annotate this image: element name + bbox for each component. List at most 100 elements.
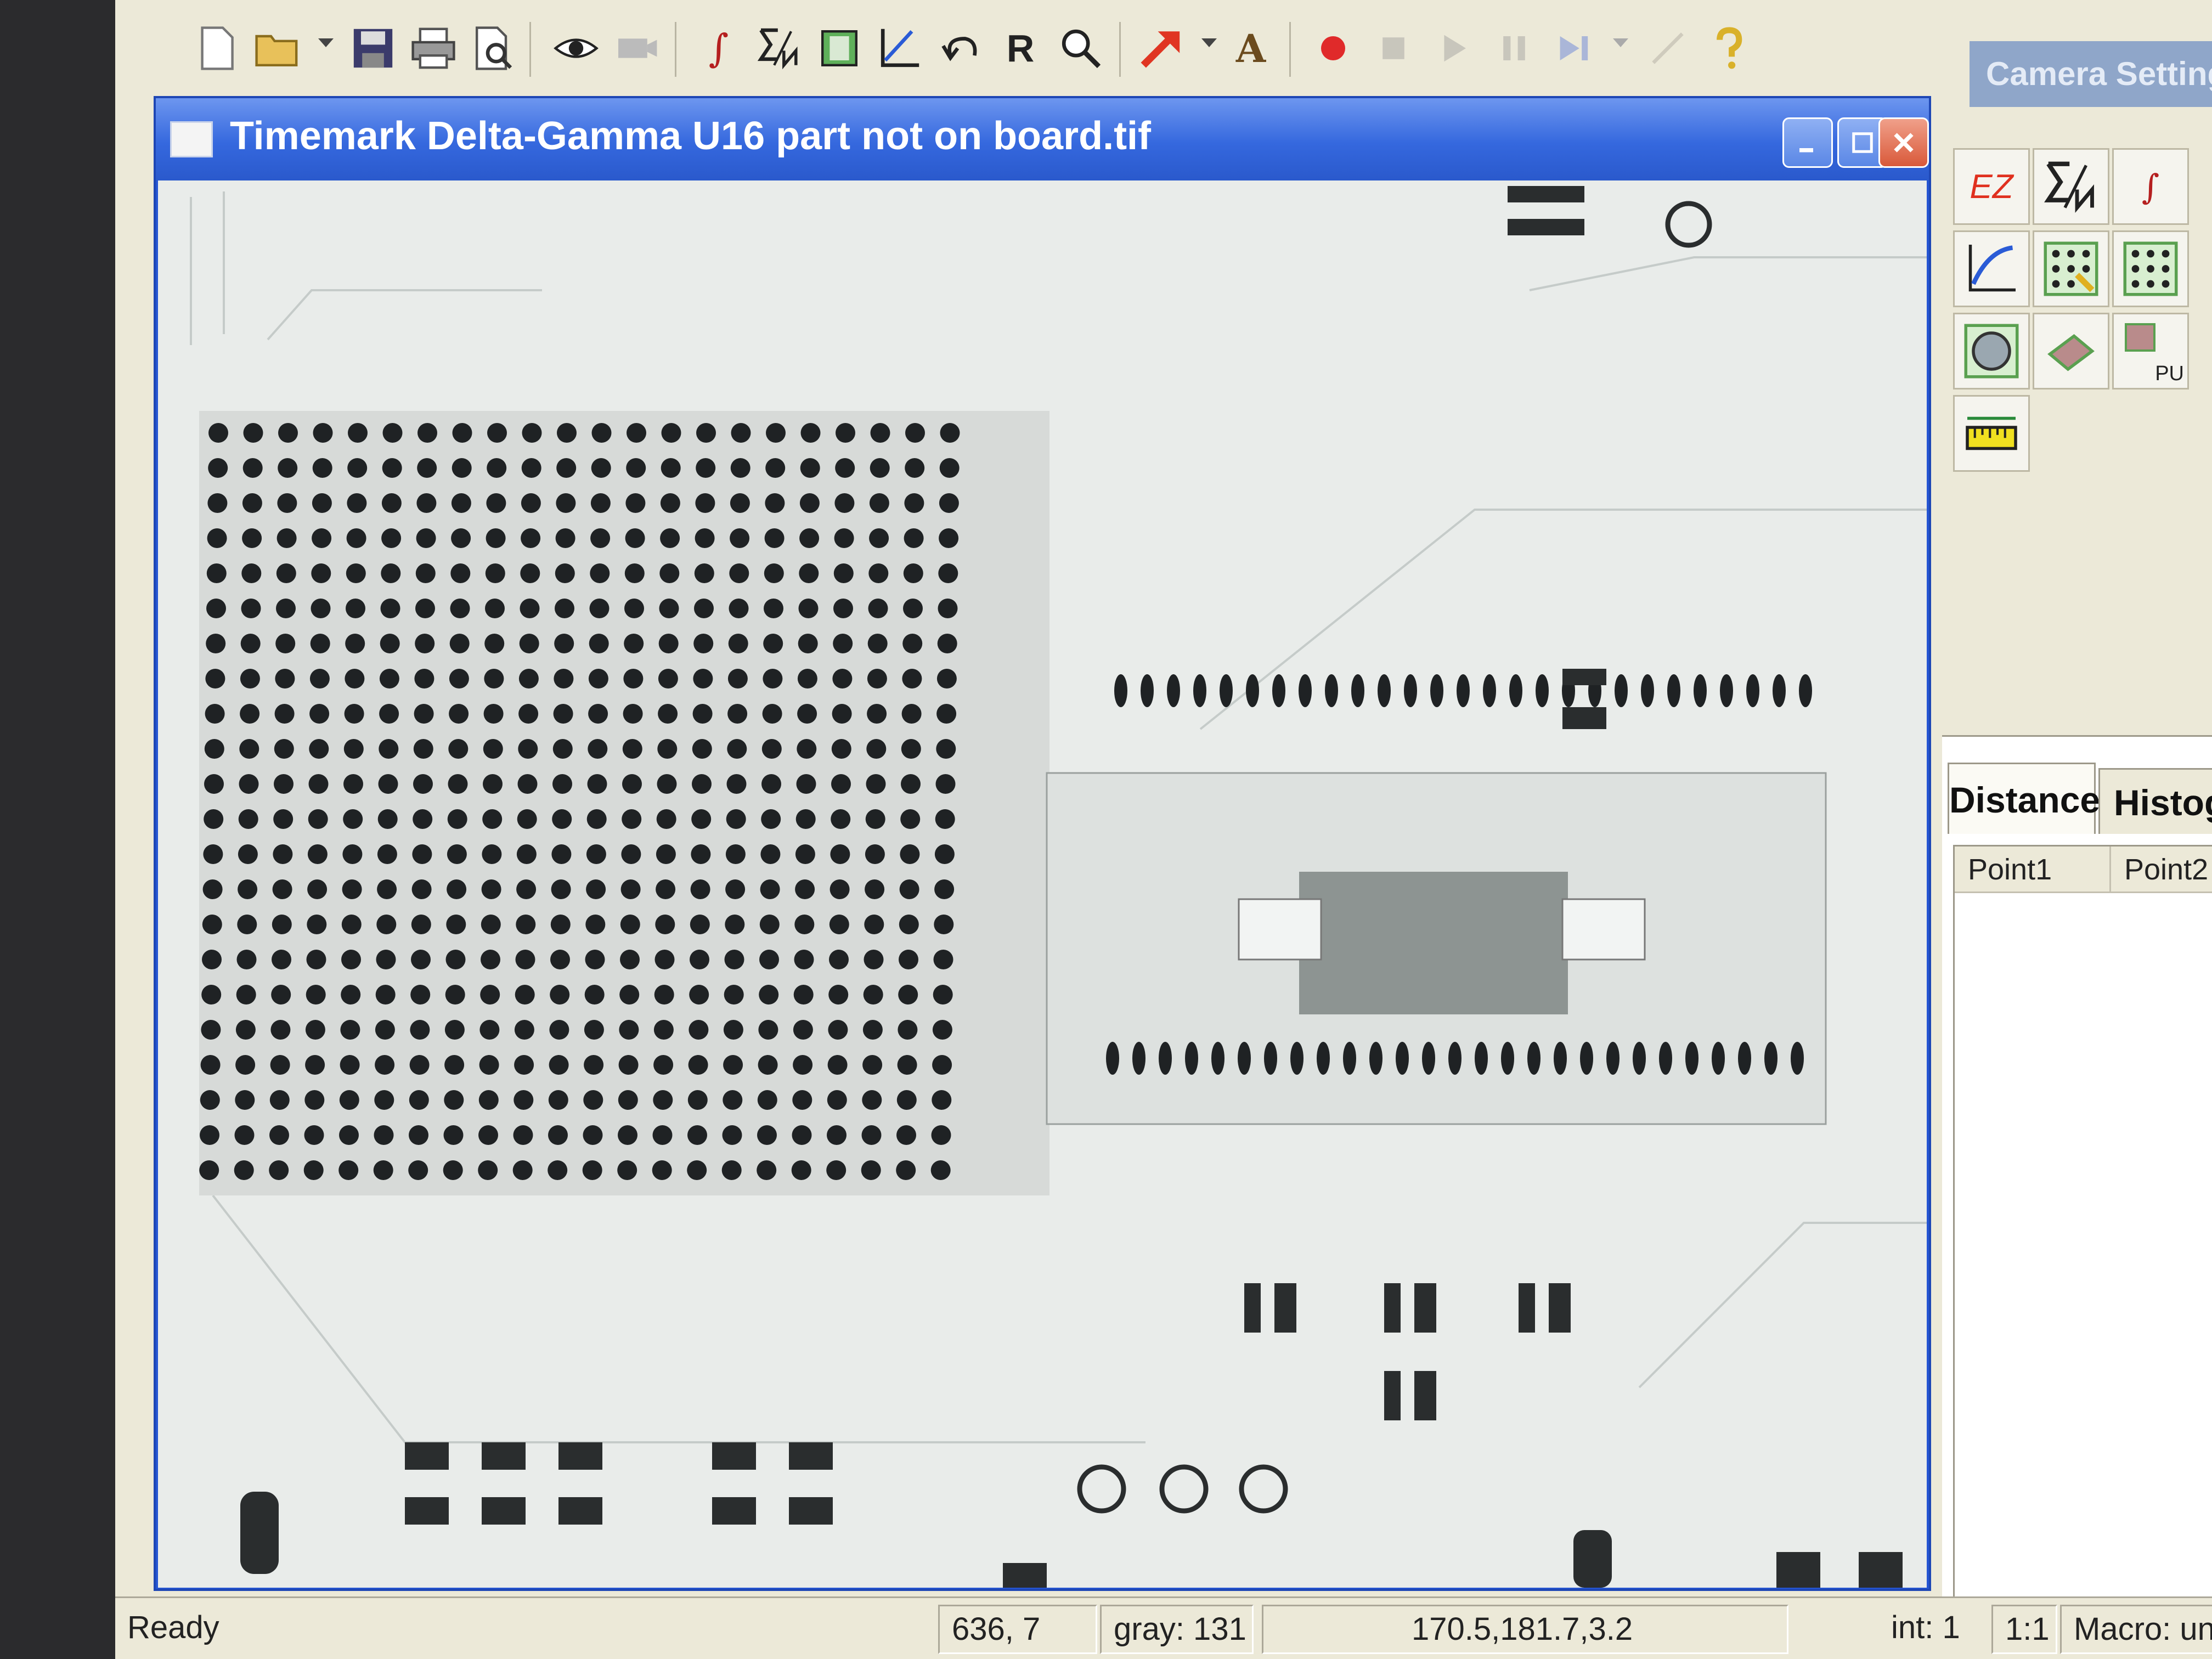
pause-icon [1487, 21, 1542, 76]
bga-ball [828, 985, 849, 1005]
bga-ball [479, 1020, 500, 1040]
window-titlebar[interactable]: Timemark Delta-Gamma U16 part not on boa… [156, 98, 1929, 180]
bga-ball [589, 599, 610, 618]
bga-ball [791, 1160, 811, 1180]
bga-ball [797, 704, 817, 724]
bga-ball [795, 844, 815, 864]
bga-ball [866, 739, 887, 759]
bga-ball [827, 1125, 847, 1145]
arrow-dropdown-icon[interactable] [1201, 38, 1217, 47]
column-header-point1[interactable]: Point1 [1955, 847, 2111, 893]
qfp-pin [1746, 674, 1759, 707]
bga-ball [870, 423, 890, 443]
text-icon[interactable]: A [1223, 21, 1278, 76]
open-folder-icon[interactable] [250, 21, 304, 76]
pu-tool-button[interactable]: PU [2112, 313, 2189, 390]
bga-ball [556, 493, 576, 513]
bga-ball [557, 423, 577, 443]
bga-ball [932, 1090, 952, 1110]
bga-ball [274, 739, 294, 759]
bga-ball [794, 950, 814, 969]
qfp-pin [1720, 674, 1733, 707]
grid-select-tool-icon[interactable] [2033, 230, 2109, 307]
bga-ball [269, 1090, 290, 1110]
bga-ball [794, 915, 815, 934]
qfp-pin [1132, 1042, 1146, 1075]
qfp-pin [1193, 674, 1206, 707]
bga-ball [514, 1090, 534, 1110]
bga-ball [548, 1125, 568, 1145]
circle-tool-icon[interactable] [1953, 313, 2030, 390]
bga-ball [374, 1090, 394, 1110]
bga-ball [691, 809, 712, 829]
camera-settings-button[interactable]: Camera Settings [1970, 41, 2212, 107]
bga-ball [415, 563, 436, 583]
bga-ball [381, 493, 402, 513]
bga-ball [727, 739, 747, 759]
ez-tool-button[interactable]: EZ [1953, 148, 2030, 225]
bga-ball [275, 669, 295, 689]
bga-ball [448, 774, 468, 794]
bga-ball [409, 1055, 430, 1075]
print-preview-icon[interactable] [466, 21, 521, 76]
bga-ball [409, 1090, 429, 1110]
bga-ball [341, 915, 362, 934]
column-header-point2[interactable]: Point2 [2111, 847, 2212, 893]
curve-icon[interactable] [872, 21, 927, 76]
record-icon[interactable] [1306, 21, 1361, 76]
bga-ball [687, 1160, 707, 1180]
sigma-n-tool-icon[interactable] [2033, 148, 2109, 225]
tab-histogram[interactable]: Histogram [2098, 768, 2212, 834]
save-icon[interactable] [346, 21, 400, 76]
eye-icon[interactable] [549, 21, 603, 76]
bga-ball [792, 1090, 812, 1110]
help-icon[interactable] [1701, 21, 1756, 76]
new-file-icon[interactable] [189, 21, 244, 76]
bga-ball [479, 1055, 499, 1075]
bga-ball [793, 1020, 813, 1040]
close-button[interactable] [1878, 117, 1929, 168]
bga-ball [379, 739, 399, 759]
zoom-icon[interactable] [1053, 21, 1108, 76]
tab-distance[interactable]: Distance [1948, 763, 2100, 834]
open-dropdown-icon[interactable] [318, 38, 334, 47]
bga-ball [656, 844, 676, 864]
region-icon[interactable] [812, 21, 867, 76]
bga-ball [375, 985, 396, 1005]
bga-ball [827, 1090, 847, 1110]
distance-table[interactable]: Point1 Point2 ❮ [1953, 845, 2212, 1659]
bga-ball [656, 879, 676, 899]
bga-ball [938, 599, 958, 618]
bga-ball [588, 739, 608, 759]
bga-ball [303, 1160, 324, 1180]
image-window: Timemark Delta-Gamma U16 part not on boa… [154, 96, 1931, 1591]
bga-ball [480, 985, 500, 1005]
print-icon[interactable] [406, 21, 461, 76]
grid-tool-icon[interactable] [2112, 230, 2189, 307]
ruler-tool-icon[interactable] [1953, 395, 2030, 472]
r-icon[interactable]: R [993, 21, 1048, 76]
bga-ball [201, 1020, 221, 1040]
bga-ball [661, 423, 681, 443]
integral-icon[interactable]: ∫ [691, 21, 746, 76]
bga-ball [722, 1125, 742, 1145]
bga-ball [934, 879, 955, 899]
integral-tool-icon[interactable]: ∫ [2112, 148, 2189, 225]
bga-ball [236, 985, 256, 1005]
xray-image-canvas[interactable] [158, 180, 1927, 1588]
bga-ball [520, 599, 540, 618]
bga-ball [417, 458, 437, 478]
minimize-button[interactable] [1782, 117, 1833, 168]
sigma-n-icon[interactable] [752, 21, 806, 76]
void-tool-icon[interactable] [2033, 313, 2109, 390]
bga-ball [724, 985, 744, 1005]
bga-ball [661, 458, 681, 478]
arrow-icon[interactable] [1133, 21, 1188, 76]
bga-ball [625, 493, 646, 513]
curve-tool-icon[interactable] [1953, 230, 2030, 307]
status-gray: gray: 131 [1100, 1605, 1254, 1654]
bga-ball [831, 774, 851, 794]
undo-icon[interactable] [933, 21, 988, 76]
bga-ball [481, 915, 501, 934]
bga-ball [413, 774, 433, 794]
